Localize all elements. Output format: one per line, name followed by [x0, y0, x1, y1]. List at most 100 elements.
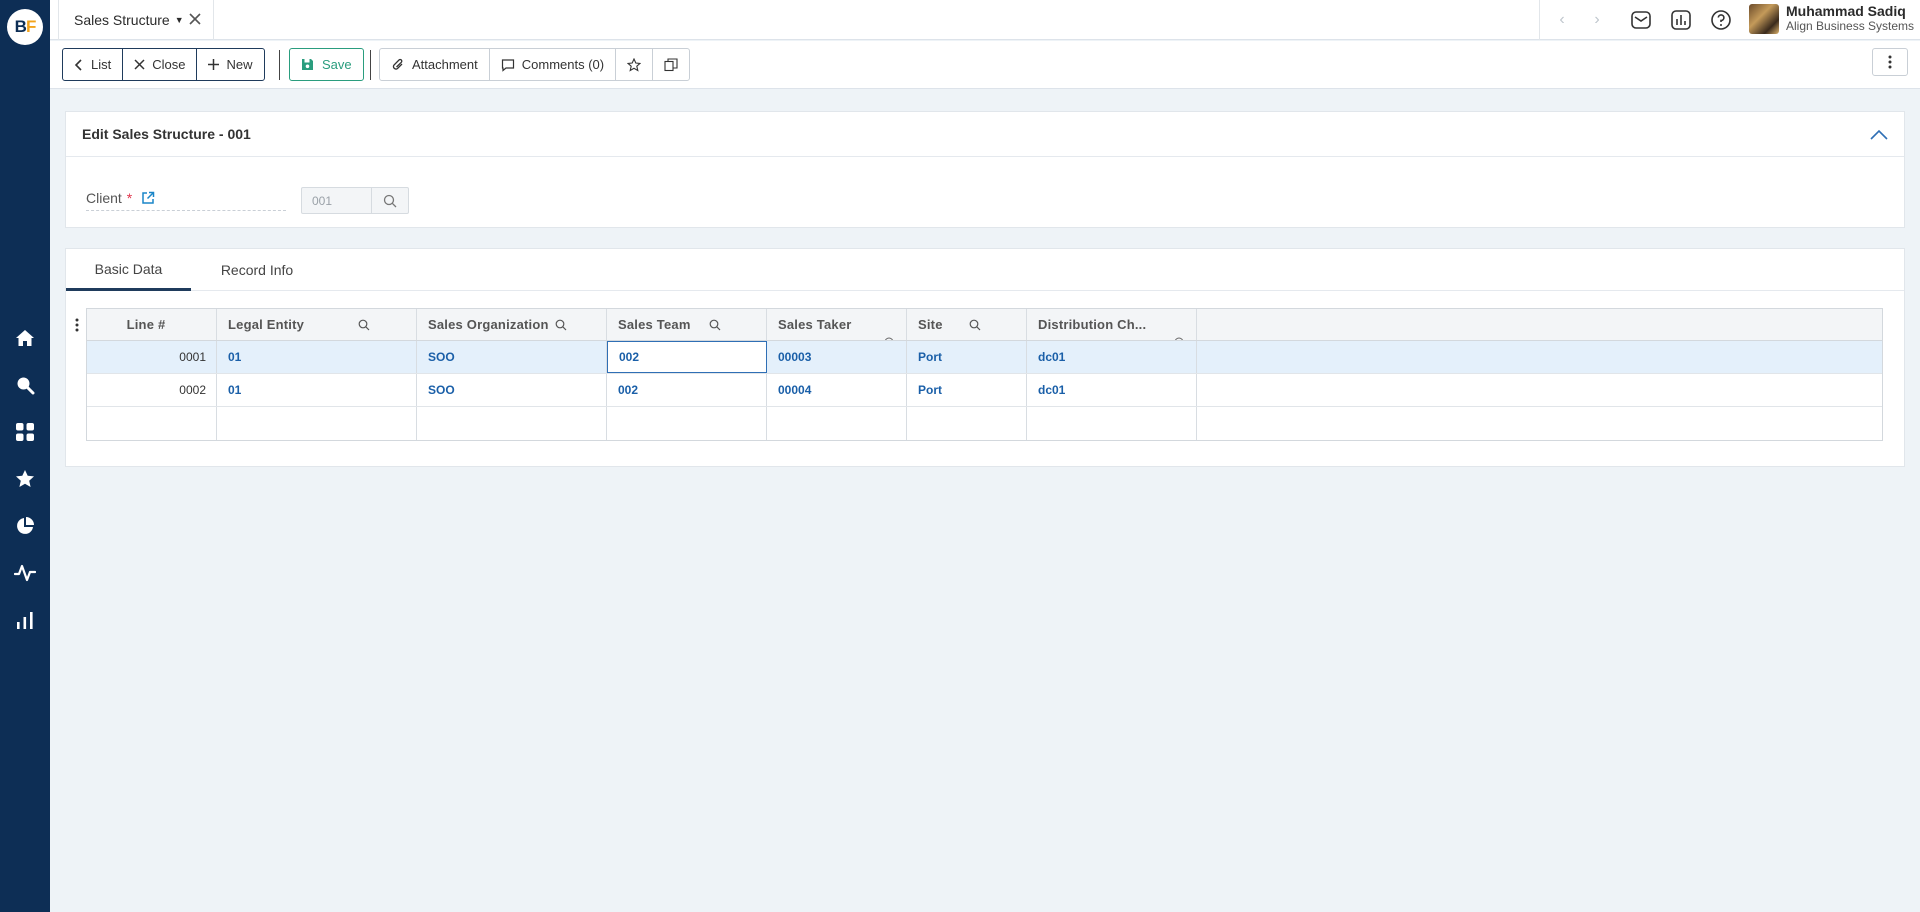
comments-button[interactable]: Comments (0) — [488, 49, 615, 80]
new-button-label: New — [226, 57, 253, 72]
cell-sales-organization[interactable] — [417, 407, 607, 440]
cell-distribution-channel[interactable]: dc01 — [1027, 374, 1197, 406]
help-icon[interactable] — [1709, 8, 1733, 32]
favorite-button[interactable] — [615, 49, 652, 80]
search-icon[interactable] — [969, 319, 981, 331]
divider — [370, 50, 371, 80]
detail-card: Basic Data Record Info Line # Legal Enti… — [65, 248, 1905, 467]
cell-line[interactable]: 0002 — [87, 374, 217, 406]
chevron-up-icon[interactable] — [1868, 124, 1890, 146]
header-card: Edit Sales Structure - 001 Client * 001 — [65, 111, 1905, 228]
column-header-label: Sales Team — [618, 317, 691, 332]
pie-chart-icon[interactable] — [13, 514, 37, 538]
user-organization: Align Business Systems — [1786, 19, 1915, 33]
client-input-value[interactable]: 001 — [302, 188, 372, 213]
logo-letter-f: F — [25, 17, 36, 36]
cell-site[interactable] — [907, 407, 1027, 440]
close-button[interactable]: Close — [122, 49, 196, 80]
app-logo[interactable]: BF — [7, 9, 43, 45]
copy-button[interactable] — [652, 49, 689, 80]
logo-letter-b: B — [14, 17, 27, 36]
chevron-right-icon[interactable]: › — [1587, 10, 1607, 30]
search-icon[interactable] — [555, 319, 567, 331]
cell-legal-entity[interactable]: 01 — [217, 341, 417, 373]
user-name: Muhammad Sadiq — [1786, 3, 1906, 19]
cell-sales-organization[interactable]: SOO — [417, 374, 607, 406]
search-icon[interactable] — [709, 319, 721, 331]
home-icon[interactable] — [13, 326, 37, 350]
avatar[interactable] — [1749, 4, 1779, 34]
cell-sales-organization[interactable]: SOO — [417, 341, 607, 373]
cell-line[interactable] — [87, 407, 217, 440]
bar-chart-icon[interactable] — [13, 608, 37, 632]
cell-sales-team[interactable]: 002 — [607, 341, 767, 373]
close-tab-icon[interactable] — [187, 11, 203, 27]
cell-sales-taker[interactable]: 00004 — [767, 374, 907, 406]
column-header-sales-team[interactable]: Sales Team — [607, 309, 767, 340]
activity-icon[interactable] — [13, 561, 37, 585]
tab-title: Sales Structure — [74, 12, 170, 28]
chevron-left-icon[interactable]: ‹ — [1552, 10, 1572, 30]
column-header-label: Distribution Ch... — [1038, 317, 1147, 332]
divider — [279, 50, 280, 80]
table-row[interactable]: 0001 01 SOO 002 00003 Port dc01 — [87, 341, 1882, 374]
search-icon[interactable] — [356, 317, 372, 333]
tab-sales-structure[interactable]: Sales Structure ▼ — [58, 0, 214, 40]
apps-grid-icon[interactable] — [13, 420, 37, 444]
column-header-label: Sales Taker — [778, 317, 852, 332]
cell-distribution-channel[interactable]: dc01 — [1027, 341, 1197, 373]
comment-icon — [501, 58, 514, 72]
cell-sales-team[interactable] — [607, 407, 767, 440]
sort-icon[interactable] — [1174, 337, 1184, 340]
save-button[interactable]: Save — [289, 48, 364, 81]
table-row[interactable]: 0002 01 SOO 002 00004 Port dc01 — [87, 374, 1882, 407]
sort-icon[interactable] — [884, 337, 894, 340]
report-icon[interactable] — [1669, 8, 1693, 32]
page-title: Edit Sales Structure - 001 — [82, 126, 251, 142]
cell-distribution-channel[interactable] — [1027, 407, 1197, 440]
tab-bar: Basic Data Record Info — [66, 249, 1904, 291]
table-row-empty[interactable] — [87, 407, 1882, 440]
required-marker: * — [126, 190, 133, 206]
column-header-legal-entity[interactable]: Legal Entity — [217, 309, 417, 340]
star-icon[interactable] — [13, 467, 37, 491]
search-icon[interactable] — [372, 188, 408, 213]
column-header-sales-taker[interactable]: Sales Taker — [767, 309, 907, 340]
grid-header-row: Line # Legal Entity Sales Organization S… — [87, 309, 1882, 341]
column-header-site[interactable]: Site — [907, 309, 1027, 340]
divider — [1539, 0, 1540, 40]
attachment-button[interactable]: Attachment — [380, 49, 489, 80]
external-link-icon[interactable] — [141, 191, 155, 205]
tab-record-info[interactable]: Record Info — [191, 249, 323, 291]
cell-site[interactable]: Port — [907, 374, 1027, 406]
more-options-button[interactable] — [1872, 48, 1908, 76]
column-header-filler — [1197, 309, 1882, 340]
column-header-distribution-channel[interactable]: Distribution Ch... — [1027, 309, 1197, 340]
list-button[interactable]: List — [63, 49, 122, 80]
save-button-label: Save — [322, 57, 352, 72]
sales-structure-grid: Line # Legal Entity Sales Organization S… — [86, 308, 1883, 441]
kebab-menu-icon — [1888, 55, 1892, 69]
chevron-left-icon — [74, 58, 82, 71]
grid-options-icon[interactable] — [71, 316, 83, 334]
cell-legal-entity[interactable]: 01 — [217, 374, 417, 406]
column-header-line[interactable]: Line # — [87, 309, 217, 340]
mail-icon[interactable] — [1629, 8, 1653, 32]
cell-line[interactable]: 0001 — [87, 341, 217, 373]
new-button[interactable]: New — [196, 49, 263, 80]
client-input[interactable]: 001 — [301, 187, 409, 214]
cell-sales-team[interactable]: 002 — [607, 374, 767, 406]
cell-sales-taker[interactable]: 00003 — [767, 341, 907, 373]
cell-site[interactable]: Port — [907, 341, 1027, 373]
column-header-label: Sales Organization — [428, 317, 549, 332]
star-outline-icon — [627, 57, 642, 72]
column-header-sales-organization[interactable]: Sales Organization — [417, 309, 607, 340]
cell-filler — [1197, 407, 1882, 440]
cell-sales-taker[interactable] — [767, 407, 907, 440]
plus-icon — [208, 59, 220, 70]
search-icon[interactable] — [13, 373, 37, 397]
comments-button-label: Comments (0) — [521, 57, 605, 72]
cell-legal-entity[interactable] — [217, 407, 417, 440]
caret-down-icon[interactable]: ▼ — [175, 15, 184, 25]
tab-basic-data[interactable]: Basic Data — [66, 249, 191, 291]
